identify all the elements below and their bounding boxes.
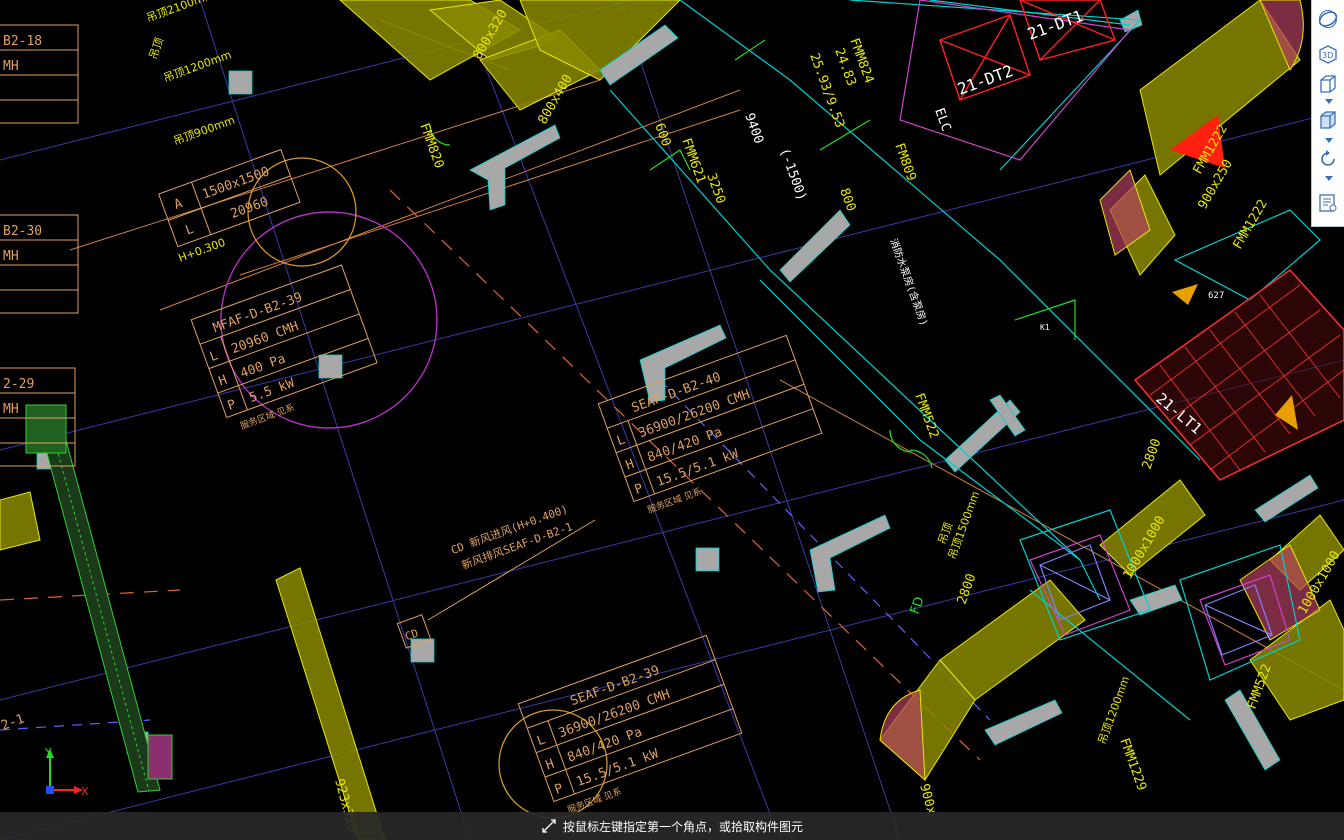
mfaf-l: L bbox=[208, 348, 221, 365]
ucs-axis-icon: Y X bbox=[44, 746, 89, 798]
axis-y-label: Y bbox=[44, 746, 52, 759]
door-fmm1229: FMM1229 bbox=[1116, 736, 1149, 793]
elevator-dt2: 21-DT2 bbox=[955, 61, 1016, 99]
tag-b2-18-flow: MH bbox=[3, 59, 19, 74]
mount-note-a: 吊顶 bbox=[147, 36, 167, 61]
status-prompt-text: 按鼠标左键指定第一个角点，或拾取构件图元 bbox=[562, 819, 803, 834]
view-cube-icon[interactable] bbox=[1316, 7, 1340, 31]
mfaf-h: H bbox=[217, 373, 229, 390]
chevron-down-icon[interactable] bbox=[1324, 97, 1333, 106]
mount-note-1200: 吊顶1200mm bbox=[162, 48, 234, 85]
dim-9400: 9400 bbox=[741, 111, 766, 146]
orbit-rotate-icon[interactable] bbox=[1316, 147, 1340, 171]
chevron-down-icon-3[interactable] bbox=[1324, 174, 1333, 183]
dim-600: 600 bbox=[651, 121, 673, 148]
elevator-dt1: 21-DT1 bbox=[1025, 6, 1086, 44]
air-terminal-l: L bbox=[184, 222, 197, 239]
door-fmm522: FMM522 bbox=[911, 391, 941, 440]
layer-properties-icon[interactable] bbox=[1316, 191, 1340, 215]
mfaf-p: P bbox=[226, 397, 239, 414]
chevron-down-icon-2[interactable] bbox=[1324, 136, 1333, 145]
stair-grid bbox=[1133, 269, 1344, 481]
seaf39-h: H bbox=[544, 757, 556, 774]
mount-note-900: 吊顶900mm bbox=[172, 114, 237, 148]
seaf39-p: P bbox=[553, 781, 566, 798]
room-elc: ELC bbox=[931, 106, 953, 133]
label-627: 627 bbox=[1208, 291, 1224, 301]
svg-text:3D: 3D bbox=[1322, 51, 1333, 60]
tag-b2-18-label: B2-18 bbox=[3, 34, 42, 49]
dim-800: 800 bbox=[836, 186, 858, 213]
seaf40-subnote: 服务区域 见系 bbox=[646, 485, 704, 516]
door-fm809: FM809 bbox=[891, 141, 918, 183]
tag-b2-30-flow: MH bbox=[3, 249, 19, 264]
command-prompt-bar: 按鼠标左键指定第一个角点，或拾取构件图元 bbox=[0, 812, 1344, 840]
tag-b2-29-label: 2-29 bbox=[3, 377, 34, 392]
air-terminal-type: A bbox=[172, 196, 185, 213]
label-k1: K1 bbox=[1040, 323, 1050, 332]
tag-b2-30-label: B2-30 bbox=[3, 224, 42, 239]
dim-2800: 2800 bbox=[1140, 437, 1165, 472]
window-select-icon bbox=[542, 819, 556, 833]
3d-view-icon[interactable]: 3D bbox=[1316, 42, 1340, 66]
door-fmm1222b: FMM1222 bbox=[1230, 197, 1270, 252]
seaf40-p: P bbox=[633, 481, 646, 498]
warning-marker bbox=[1172, 284, 1198, 305]
dim-3250: 3250 bbox=[703, 171, 728, 206]
shaded-box-icon[interactable] bbox=[1316, 108, 1340, 132]
label-fd: FD bbox=[908, 595, 928, 617]
dim-2800b: 2800 bbox=[955, 572, 980, 607]
dim-minus-1500: (-1500) bbox=[776, 146, 809, 203]
seaf39-l: L bbox=[535, 732, 548, 749]
tag-b2-29-flow: MH bbox=[3, 402, 19, 417]
height-label: H+0.300 bbox=[177, 236, 227, 265]
seaf40-table bbox=[597, 334, 823, 503]
room-name: 消防水泵房(含泵房) bbox=[887, 237, 931, 328]
mount-note-1200b: 吊顶1200mm bbox=[1096, 674, 1133, 746]
dashed-guides bbox=[0, 189, 981, 761]
cad-drawing-canvas[interactable]: B2-18 MH B2-30 MH 2-29 MH 2-1 A 1500x150… bbox=[0, 0, 1344, 840]
mount-note-2100: 吊顶2100mm bbox=[145, 0, 217, 25]
tag-b2-1-label: 2-1 bbox=[0, 712, 26, 734]
view-toolbar: 3D bbox=[1311, 0, 1344, 227]
box-view-icon[interactable] bbox=[1316, 72, 1340, 96]
door-fmm820: FMM820 bbox=[416, 121, 446, 170]
mfaf-subnote: 服务区域 见系 bbox=[239, 401, 297, 432]
axis-x-label: X bbox=[81, 785, 89, 798]
